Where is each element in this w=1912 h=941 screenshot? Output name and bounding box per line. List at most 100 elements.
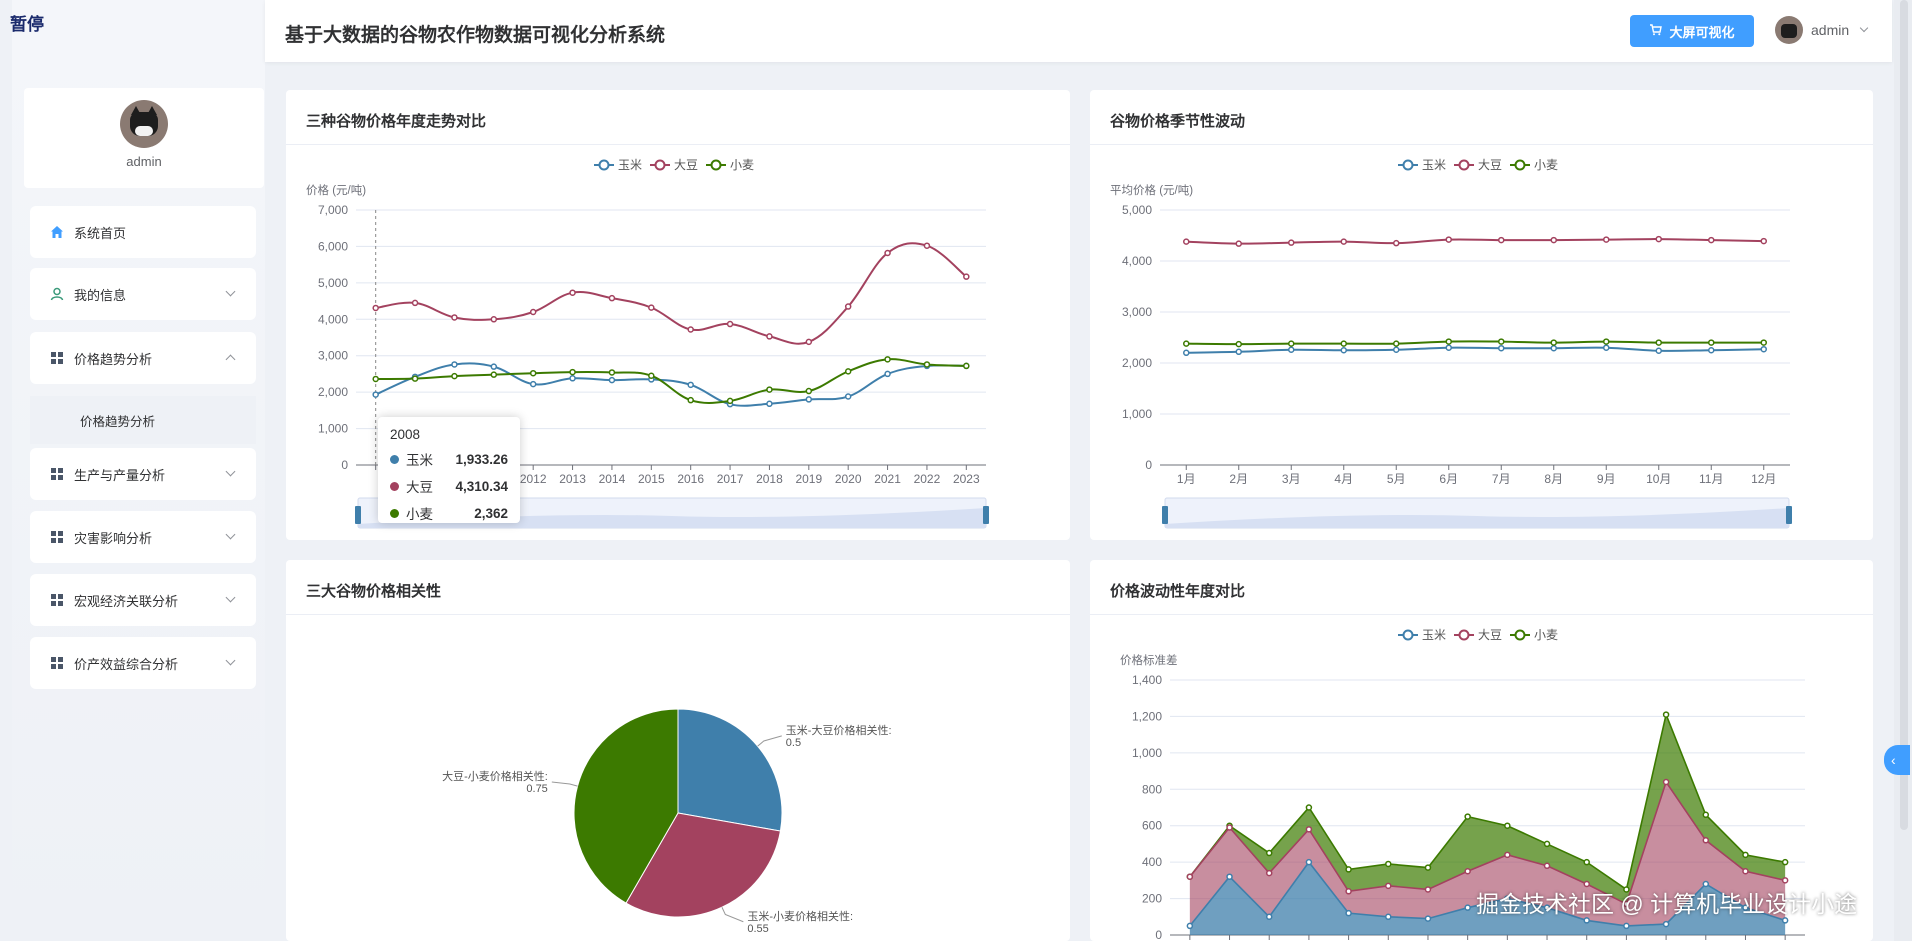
data-point	[1445, 338, 1452, 345]
data-point	[1760, 339, 1767, 346]
data-point	[372, 391, 379, 398]
data-point	[1742, 868, 1749, 875]
chart-tooltip: 2008 玉米 1,933.26 大豆 4,310.34 小麦 2,362	[378, 417, 520, 523]
data-point	[1760, 237, 1767, 245]
data-point	[1760, 345, 1767, 353]
tooltip-year: 2008	[390, 427, 421, 442]
legend-label: 玉米	[1422, 158, 1446, 172]
submenu-item-price-trend[interactable]: 价格趋势分析	[30, 396, 256, 444]
user-dropdown[interactable]: admin	[1775, 16, 1869, 44]
legend-marker	[1458, 159, 1470, 171]
y-tick-label: 1,000	[1122, 407, 1152, 421]
pie-label-line	[721, 907, 744, 923]
x-tick-label: 2016	[677, 472, 704, 486]
cart-icon	[1649, 23, 1663, 39]
series-line	[375, 362, 967, 407]
data-point	[1550, 236, 1557, 244]
data-point	[766, 386, 773, 393]
data-point	[1235, 240, 1242, 247]
zoom-handle-left	[1162, 506, 1168, 524]
y-tick-label: 600	[1142, 819, 1162, 833]
data-point	[1183, 349, 1190, 357]
y-tick-label: 800	[1142, 782, 1162, 796]
seasonal-price-line-chart[interactable]: 玉米 大豆 小麦 0 1,000 2,000 3,000 4,000 5,000 平均价格 (元/…	[1090, 90, 1873, 540]
y-tick-label: 5,000	[318, 276, 348, 290]
sidebar-item-benefit[interactable]: 价产效益综合分析	[30, 637, 256, 689]
data-point	[1340, 340, 1347, 347]
data-point	[884, 356, 891, 363]
pause-label: 暂停	[10, 15, 44, 34]
data-point	[805, 396, 813, 403]
data-point	[490, 363, 498, 370]
data-point	[1345, 888, 1352, 895]
data-point	[844, 393, 852, 400]
data-point	[1265, 869, 1273, 877]
data-point	[1464, 813, 1471, 820]
data-point	[805, 338, 813, 346]
volatility-area-chart[interactable]: 玉米 大豆 小麦 0 200 400 600 800 1,000 1,200 1,400 价格标准差	[1090, 560, 1873, 941]
x-tick-label: 2020	[835, 472, 862, 486]
y-tick-label: 4,000	[318, 312, 348, 326]
chevron-down-icon	[225, 286, 236, 297]
sidebar-item-production[interactable]: 生产与产量分析	[30, 448, 256, 500]
data-point	[608, 376, 616, 384]
x-tick-label: 1月	[1177, 472, 1196, 486]
data-point	[1708, 236, 1715, 244]
home-icon	[50, 225, 64, 239]
data-point	[1498, 236, 1505, 244]
avatar[interactable]	[120, 100, 168, 148]
x-tick-label: 10月	[1646, 472, 1671, 486]
correlation-pie-chart[interactable]: 玉米-大豆价格相关性:0.5 玉米-小麦价格相关性:0.55 大豆-小麦价格相关性:…	[286, 560, 1070, 941]
big-screen-button[interactable]: 大屏可视化	[1630, 15, 1754, 47]
grid-icon	[50, 351, 64, 365]
x-tick-label: 12月	[1751, 472, 1776, 486]
chevron-down-icon	[225, 529, 236, 540]
sidebar-item-my-info[interactable]: 我的信息	[30, 268, 256, 320]
scrollbar[interactable]	[1894, 0, 1912, 941]
data-point	[1464, 904, 1471, 911]
chevron-down-icon	[225, 592, 236, 603]
data-point	[726, 320, 734, 328]
legend-marker	[1514, 159, 1526, 171]
data-point	[1186, 922, 1194, 930]
sidebar-item-home[interactable]: 系统首页	[30, 206, 256, 258]
legend-label: 玉米	[1422, 628, 1446, 642]
data-point	[1550, 339, 1557, 346]
y-tick-label: 3,000	[1122, 305, 1152, 319]
big-screen-label: 大屏可视化	[1669, 24, 1735, 40]
y-tick-label: 6,000	[318, 239, 348, 253]
data-point	[766, 333, 773, 340]
x-tick-label: 2015	[638, 472, 665, 486]
x-tick-label: 2014	[599, 472, 626, 486]
data-point	[490, 371, 498, 378]
header-username: admin	[1811, 22, 1850, 38]
x-tick-label: 2月	[1229, 472, 1248, 486]
data-point	[1702, 837, 1710, 844]
y-tick-label: 400	[1142, 855, 1162, 869]
y-tick-label: 0	[1145, 458, 1152, 472]
sidebar-item-macro[interactable]: 宏观经济关联分析	[30, 574, 256, 626]
y-axis-label: 价格标准差	[1120, 653, 1178, 667]
data-point	[1385, 860, 1392, 868]
data-point	[963, 273, 970, 280]
sidebar-item-disaster[interactable]: 灾害影响分析	[30, 511, 256, 563]
x-tick-label: 8月	[1544, 472, 1563, 486]
data-point	[1655, 235, 1662, 243]
collapse-panel-button[interactable]: ‹	[1884, 745, 1910, 775]
sidebar: admin 系统首页 我的信息 价格趋势分析 价格趋势分析 生产与产量分析 灾害…	[12, 0, 265, 941]
zoom-handle-right	[983, 506, 989, 524]
pie-label-line	[551, 781, 578, 787]
tooltip-row: 大豆 4,310.34	[390, 476, 508, 496]
x-tick-label: 11月	[1699, 472, 1723, 486]
pie-label-name: 玉米-小麦价格相关性:	[747, 909, 853, 923]
sidebar-item-price-trend[interactable]: 价格趋势分析	[30, 332, 256, 384]
data-point	[1288, 346, 1295, 353]
data-point	[963, 362, 970, 370]
grid-icon	[50, 593, 64, 607]
data-point	[884, 370, 891, 378]
tooltip-row: 小麦 2,362	[390, 503, 508, 523]
data-point	[451, 372, 458, 380]
data-point	[805, 387, 813, 395]
data-point	[1186, 873, 1194, 880]
legend-marker	[598, 159, 610, 171]
